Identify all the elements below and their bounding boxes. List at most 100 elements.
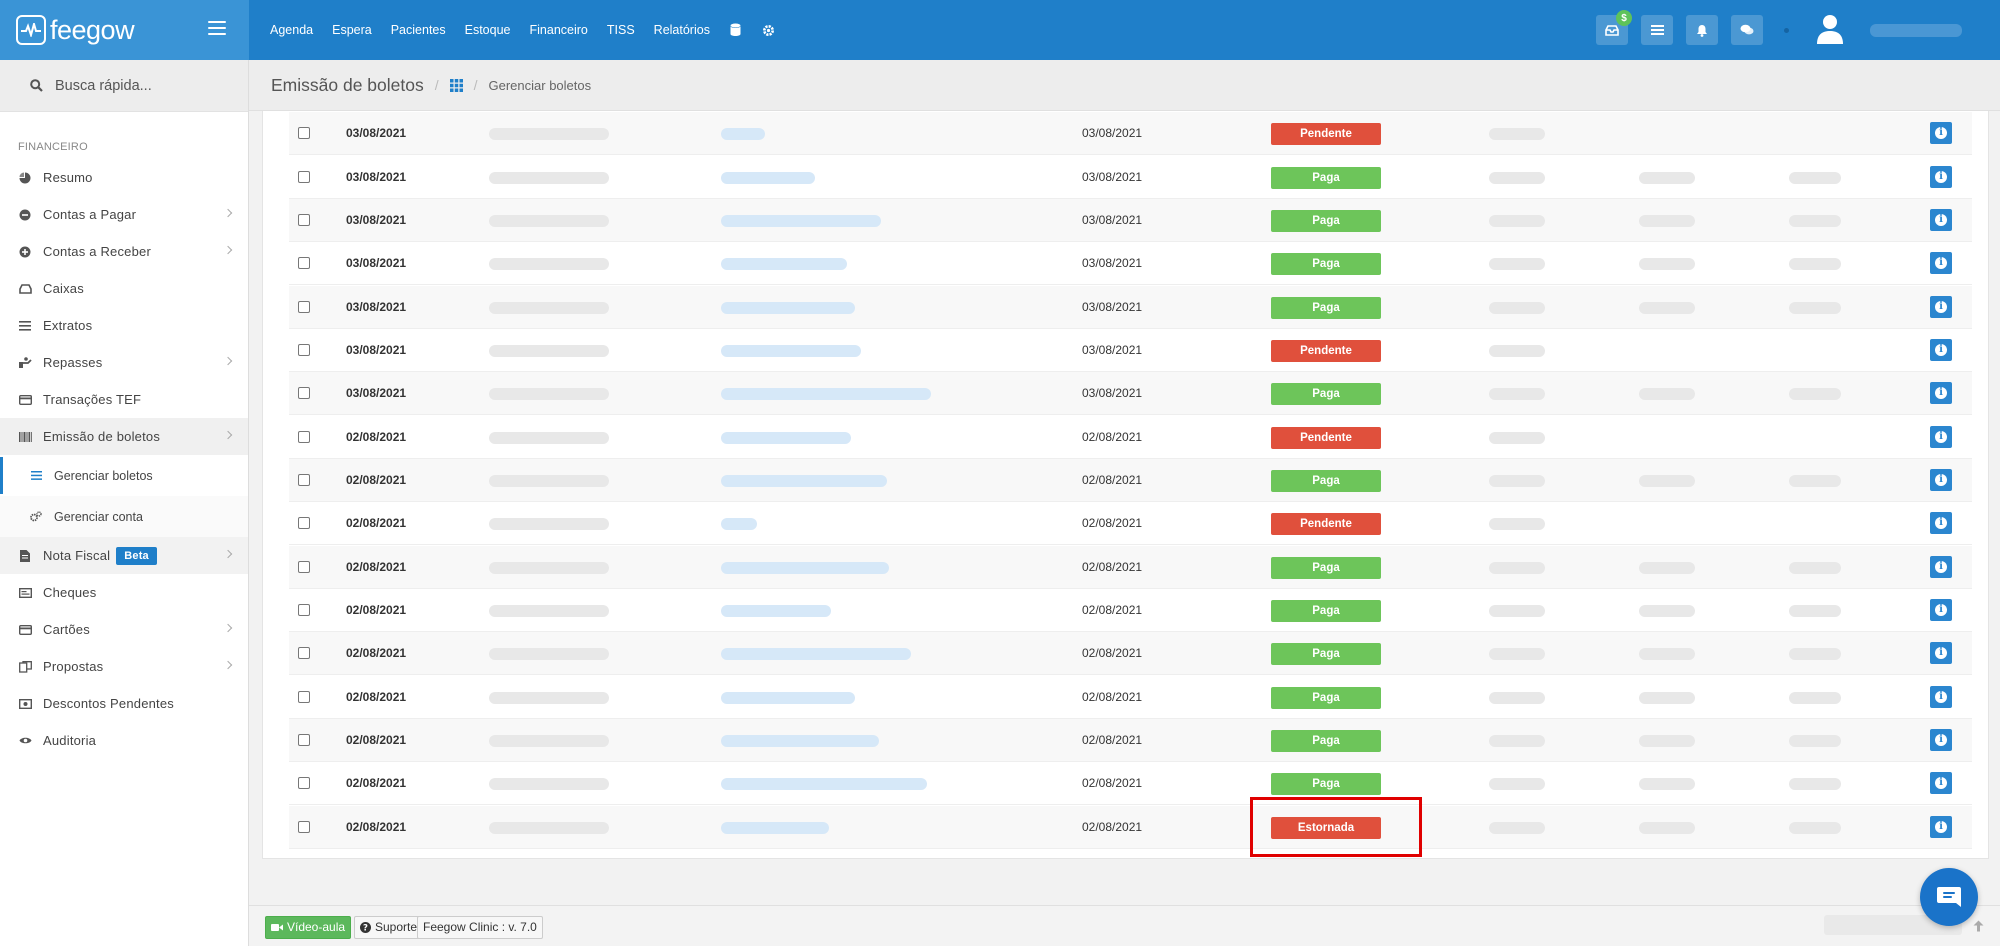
- user-name-redacted[interactable]: [1870, 24, 1962, 37]
- info-button[interactable]: i: [1930, 252, 1952, 274]
- row-checkbox[interactable]: [298, 171, 310, 183]
- info-button[interactable]: i: [1930, 729, 1952, 751]
- redacted-cell: [1489, 692, 1545, 704]
- sidebar-item-cheques[interactable]: Cheques: [0, 574, 248, 611]
- row-checkbox[interactable]: [298, 214, 310, 226]
- patient-link-redacted[interactable]: [721, 172, 815, 184]
- row-checkbox[interactable]: [298, 734, 310, 746]
- patient-link-redacted[interactable]: [721, 302, 855, 314]
- chat-button[interactable]: [1731, 15, 1763, 45]
- emission-date: 02/08/2021: [346, 473, 407, 487]
- row-checkbox[interactable]: [298, 777, 310, 789]
- info-button[interactable]: i: [1930, 642, 1952, 664]
- sidebar-item-cartoes[interactable]: Cartões: [0, 611, 248, 648]
- apps-grid-icon[interactable]: [449, 78, 463, 92]
- database-icon[interactable]: [729, 23, 743, 37]
- patient-link-redacted[interactable]: [721, 562, 889, 574]
- breadcrumb-current[interactable]: Gerenciar boletos: [489, 78, 592, 93]
- patient-link-redacted[interactable]: [721, 648, 911, 660]
- info-button[interactable]: i: [1930, 426, 1952, 448]
- row-checkbox[interactable]: [298, 127, 310, 139]
- inbox-button[interactable]: $: [1596, 10, 1632, 45]
- patient-link-redacted[interactable]: [721, 215, 881, 227]
- sidebar-item-nota-fiscal[interactable]: Nota Fiscal Beta: [0, 537, 248, 574]
- patient-link-redacted[interactable]: [721, 128, 765, 140]
- sidebar-item-descontos-pendentes[interactable]: Descontos Pendentes: [0, 685, 248, 722]
- patient-link-redacted[interactable]: [721, 692, 855, 704]
- menu-toggle-icon[interactable]: [208, 21, 226, 35]
- row-checkbox[interactable]: [298, 517, 310, 529]
- row-checkbox[interactable]: [298, 344, 310, 356]
- row-checkbox[interactable]: [298, 647, 310, 659]
- sidebar-item-propostas[interactable]: Propostas: [0, 648, 248, 685]
- nav-relatorios[interactable]: Relatórios: [654, 23, 710, 37]
- sidebar-subitem-gerenciar-boletos[interactable]: Gerenciar boletos: [0, 455, 248, 496]
- row-checkbox[interactable]: [298, 301, 310, 313]
- sidebar-item-repasses[interactable]: Repasses: [0, 344, 248, 381]
- video-aula-button[interactable]: Vídeo-aula: [265, 916, 352, 939]
- info-button[interactable]: i: [1930, 686, 1952, 708]
- redacted-cell: [1639, 648, 1695, 660]
- patient-link-redacted[interactable]: [721, 388, 931, 400]
- redacted-cell: [489, 562, 609, 574]
- patient-link-redacted[interactable]: [721, 432, 851, 444]
- notifications-button[interactable]: [1686, 15, 1718, 45]
- patient-link-redacted[interactable]: [721, 258, 847, 270]
- patient-link-redacted[interactable]: [721, 345, 861, 357]
- nav-financeiro[interactable]: Financeiro: [530, 23, 588, 37]
- user-avatar-icon[interactable]: [1816, 13, 1844, 45]
- nav-tiss[interactable]: TISS: [607, 23, 635, 37]
- sidebar-item-transacoes-tef[interactable]: Transações TEF: [0, 381, 248, 418]
- scroll-top-icon[interactable]: [1968, 916, 1988, 936]
- patient-link-redacted[interactable]: [721, 605, 831, 617]
- sidebar-subitem-gerenciar-conta[interactable]: Gerenciar conta: [0, 496, 248, 537]
- list-button[interactable]: [1641, 15, 1673, 45]
- info-button[interactable]: i: [1930, 209, 1952, 231]
- row-checkbox[interactable]: [298, 821, 310, 833]
- info-button[interactable]: i: [1930, 599, 1952, 621]
- row-checkbox[interactable]: [298, 474, 310, 486]
- info-button[interactable]: i: [1930, 512, 1952, 534]
- nav-agenda[interactable]: Agenda: [270, 23, 313, 37]
- sidebar-item-contas-a-pagar[interactable]: Contas a Pagar: [0, 196, 248, 233]
- redacted-cell: [1489, 648, 1545, 660]
- patient-link-redacted[interactable]: [721, 735, 879, 747]
- sidebar-item-emissao-de-boletos[interactable]: Emissão de boletos: [0, 418, 248, 455]
- row-checkbox[interactable]: [298, 691, 310, 703]
- row-checkbox[interactable]: [298, 561, 310, 573]
- suporte-button[interactable]: ? Suporte: [354, 916, 424, 939]
- info-button[interactable]: i: [1930, 166, 1952, 188]
- row-checkbox[interactable]: [298, 257, 310, 269]
- info-button[interactable]: i: [1930, 122, 1952, 144]
- support-chat-button[interactable]: [1920, 868, 1978, 926]
- row-checkbox[interactable]: [298, 387, 310, 399]
- brand-name[interactable]: feegow: [50, 15, 135, 46]
- sidebar-item-auditoria[interactable]: Auditoria: [0, 722, 248, 759]
- row-checkbox[interactable]: [298, 604, 310, 616]
- gear-icon[interactable]: [762, 23, 776, 37]
- info-button[interactable]: i: [1930, 382, 1952, 404]
- patient-link-redacted[interactable]: [721, 518, 757, 530]
- sidebar-item-resumo[interactable]: Resumo: [0, 159, 248, 196]
- redacted-cell: [1639, 562, 1695, 574]
- info-button[interactable]: i: [1930, 816, 1952, 838]
- sidebar-item-contas-a-receber[interactable]: Contas a Receber: [0, 233, 248, 270]
- quick-search[interactable]: Busca rápida...: [0, 60, 248, 112]
- nav-pacientes[interactable]: Pacientes: [391, 23, 446, 37]
- patient-link-redacted[interactable]: [721, 475, 887, 487]
- info-button[interactable]: i: [1930, 772, 1952, 794]
- info-button[interactable]: i: [1930, 339, 1952, 361]
- patient-link-redacted[interactable]: [721, 778, 927, 790]
- info-button[interactable]: i: [1930, 556, 1952, 578]
- sidebar-item-extratos[interactable]: Extratos: [0, 307, 248, 344]
- status-badge: Paga: [1271, 167, 1381, 189]
- row-checkbox[interactable]: [298, 431, 310, 443]
- status-badge: Paga: [1271, 253, 1381, 275]
- patient-link-redacted[interactable]: [721, 822, 829, 834]
- info-button[interactable]: i: [1930, 469, 1952, 491]
- nav-estoque[interactable]: Estoque: [465, 23, 511, 37]
- info-button[interactable]: i: [1930, 296, 1952, 318]
- nav-espera[interactable]: Espera: [332, 23, 372, 37]
- file-icon: [18, 549, 32, 563]
- sidebar-item-caixas[interactable]: Caixas: [0, 270, 248, 307]
